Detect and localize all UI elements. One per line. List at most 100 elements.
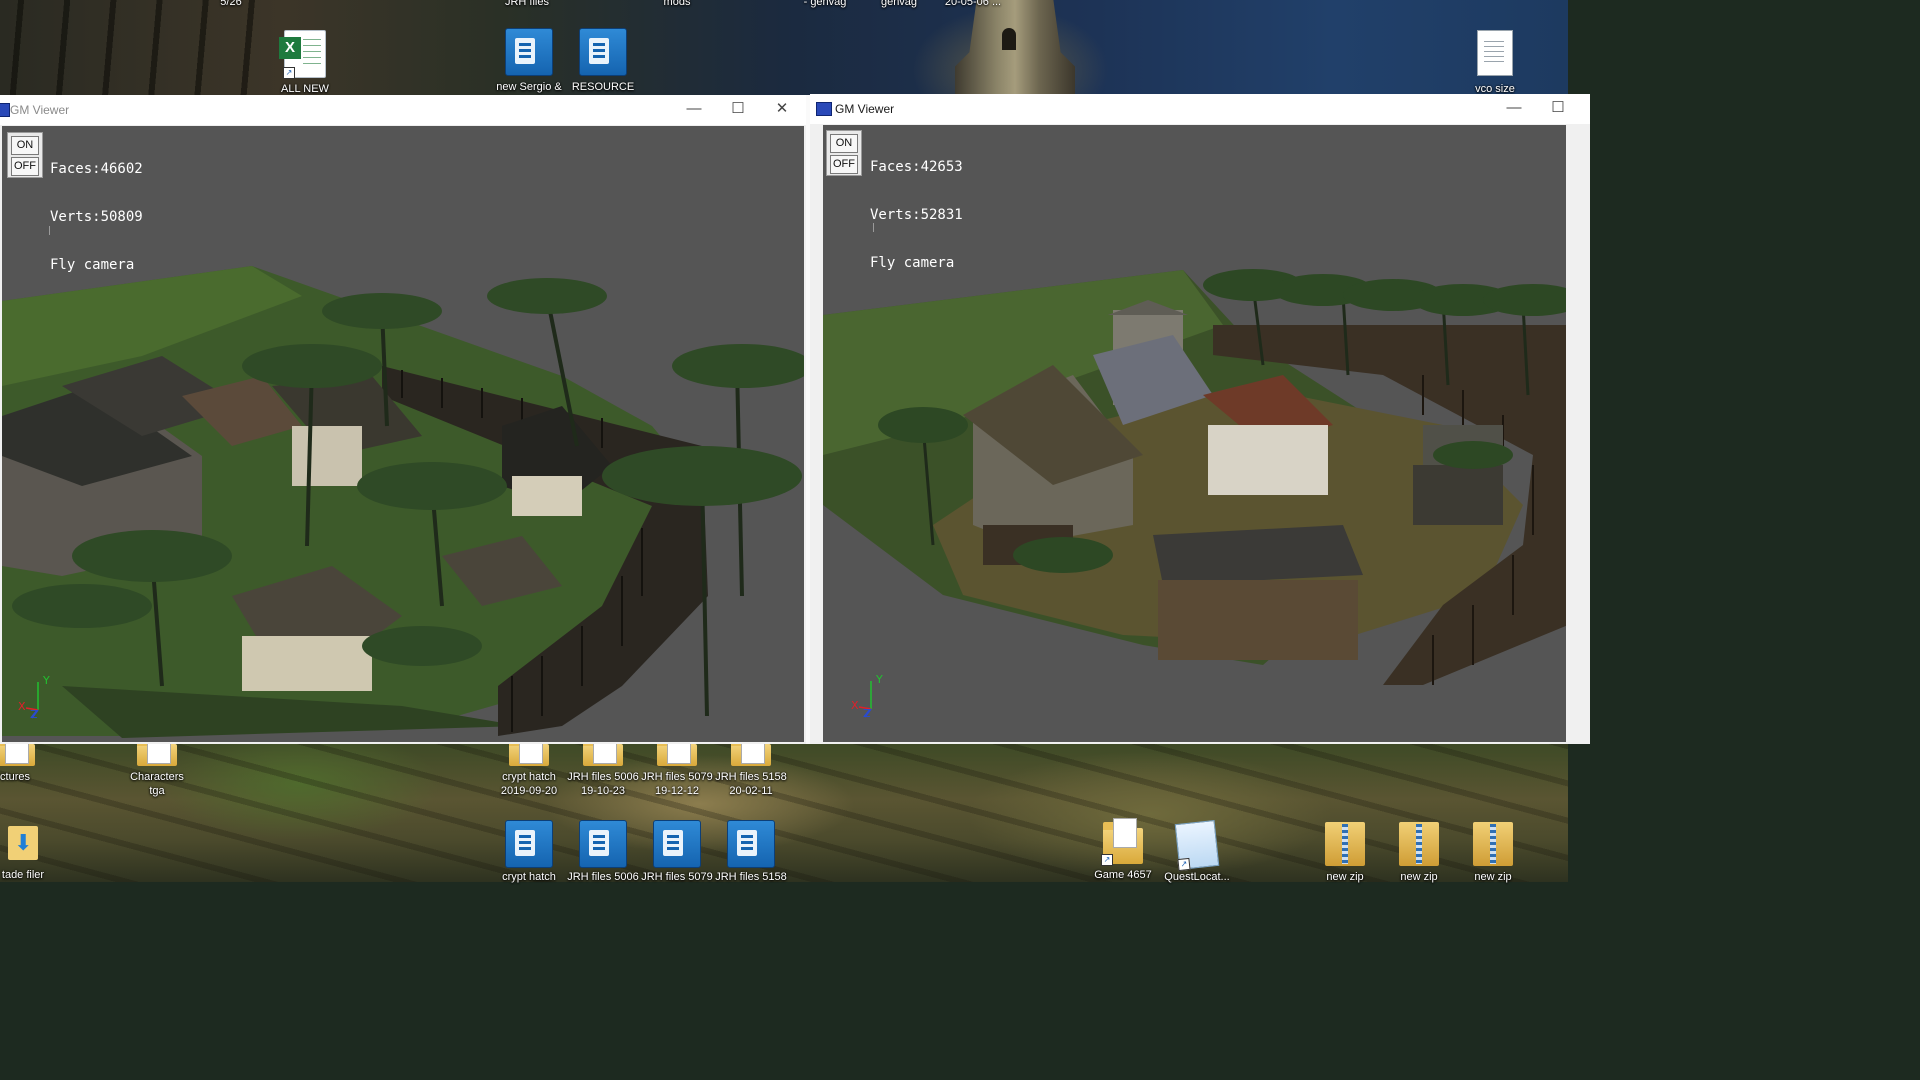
- download-folder-icon: [8, 826, 38, 860]
- desktop-icon-label: crypt hatch: [502, 871, 556, 883]
- desktop-icon-label-line2: 2019-09-20: [500, 785, 558, 797]
- desktop-icon-jrh-5006[interactable]: JRH files 5006 19-10-23: [564, 734, 642, 798]
- desktop-icon-jrh-5006-archive[interactable]: JRH files 5006: [564, 820, 642, 884]
- desktop-icon-label: JRH files 5158: [715, 871, 787, 883]
- axis-y-label: Y: [876, 673, 883, 686]
- desktop-icon-label: JRH files 5079: [641, 871, 713, 883]
- gm-viewer-window-right[interactable]: GM Viewer — ☐ ON OFF Faces:42653 Verts:5…: [810, 94, 1590, 744]
- camera-mode: Fly camera: [50, 257, 135, 273]
- axis-x-label: X: [851, 699, 859, 712]
- 3d-viewport[interactable]: ON OFF Faces:46602 Verts:50809 Fly camer…: [2, 126, 804, 742]
- archive-app-icon: [579, 28, 627, 76]
- desktop-icon-partial[interactable]: 20-05-06 ...: [934, 0, 1012, 9]
- on-button[interactable]: ON: [11, 136, 39, 155]
- desktop-icon-crypt-hatch[interactable]: crypt hatch 2019-09-20: [490, 734, 568, 798]
- close-button[interactable]: ✕: [760, 95, 804, 125]
- on-button[interactable]: ON: [830, 134, 858, 153]
- desktop-icon-new-zip-2[interactable]: new zip: [1380, 822, 1458, 884]
- folder-shortcut-icon: ↗: [1101, 818, 1143, 866]
- faces-count: Faces:42653: [870, 159, 963, 175]
- desktop-icon-label: genvag: [880, 0, 918, 8]
- desktop-icon-label-line2: 19-12-12: [654, 785, 700, 797]
- desktop-icon-characters[interactable]: Characters tga: [118, 734, 196, 798]
- folder-icon: [0, 734, 35, 766]
- text-document-icon: [1477, 30, 1513, 76]
- desktop-icon-label-line2: 20-02-11: [729, 785, 773, 797]
- desktop-icon-all-new[interactable]: ↗ ALL NEW: [266, 30, 344, 96]
- minimize-button[interactable]: —: [1492, 94, 1536, 124]
- window-title: GM Viewer: [10, 103, 70, 117]
- desktop-icon-label: 20-05-06 ...: [944, 0, 1002, 8]
- desktop-icon-new-sergio[interactable]: new Sergio &: [490, 28, 568, 94]
- desktop-icon-vco-size[interactable]: vco size: [1456, 30, 1534, 96]
- axis-z-label: Z: [30, 708, 38, 721]
- notepad-shortcut-icon: ↗: [1174, 820, 1220, 872]
- desktop-icon-label: new Sergio &: [496, 81, 562, 93]
- desktop-icon-label: mods: [663, 0, 691, 8]
- desktop-icon-jrh-5158[interactable]: JRH files 5158 20-02-11: [712, 734, 790, 798]
- archive-app-icon: [727, 820, 775, 868]
- desktop-icon-new-zip-3[interactable]: new zip: [1454, 822, 1532, 884]
- desktop-icon-questlocat[interactable]: ↗ QuestLocat...: [1158, 820, 1236, 884]
- desktop-icon-label: RESOURCE: [571, 81, 635, 93]
- folder-icon: [583, 734, 623, 766]
- title-bar[interactable]: GM Viewer — ☐ ✕: [0, 95, 806, 125]
- desktop-icon-partial[interactable]: 5/26: [192, 0, 270, 9]
- gm-viewer-app-icon: [0, 103, 10, 117]
- excel-shortcut-icon: ↗: [279, 30, 326, 79]
- desktop-icon-new-zip-1[interactable]: new zip: [1306, 822, 1384, 884]
- desktop-icon-label: Characters: [130, 771, 184, 783]
- archive-app-icon: [505, 820, 553, 868]
- desktop-icon-label: - genvag: [803, 0, 847, 8]
- desktop-icon-jrh-5158-archive[interactable]: JRH files 5158: [712, 820, 790, 884]
- maximize-button[interactable]: ☐: [716, 95, 760, 125]
- desktop-icon-game-4657[interactable]: ↗ Game 4657: [1084, 818, 1162, 882]
- archive-app-icon: [653, 820, 701, 868]
- desktop-icon-crypt-hatch-archive[interactable]: crypt hatch: [490, 820, 568, 884]
- folder-icon: [137, 734, 177, 766]
- desktop-icon-label: new zip: [1326, 871, 1364, 883]
- desktop-icon-label: ALL NEW: [281, 83, 329, 95]
- toggle-panel: ON OFF: [826, 130, 862, 176]
- desktop-icon-label-line2: 19-10-23: [580, 785, 626, 797]
- axis-z-label: Z: [863, 707, 871, 720]
- desktop-icon-resource[interactable]: RESOURCE: [564, 28, 642, 94]
- desktop-icon-label-line2: tga: [149, 785, 165, 797]
- gm-viewer-window-left[interactable]: GM Viewer — ☐ ✕ ON OFF Faces:46602 Verts…: [0, 95, 806, 744]
- desktop-icon-label: JRH files: [504, 0, 549, 8]
- desktop-icon-jrh-5079-archive[interactable]: JRH files 5079: [638, 820, 716, 884]
- folder-icon: [731, 734, 771, 766]
- minimize-button[interactable]: —: [672, 95, 716, 125]
- desktop-icon-label: JRH files 5006: [567, 871, 639, 883]
- desktop-icon-partial[interactable]: mods: [638, 0, 716, 9]
- desktop-icon-label: 5/26: [220, 0, 242, 8]
- zip-folder-icon: [1399, 822, 1439, 866]
- desktop-icon-partial[interactable]: JRH files: [488, 0, 566, 9]
- window-title: GM Viewer: [835, 102, 895, 116]
- axis-y-label: Y: [43, 674, 50, 687]
- desktop-icon-pictures[interactable]: ctures: [0, 734, 54, 784]
- desktop-icon-label: new zip: [1400, 871, 1438, 883]
- zip-folder-icon: [1325, 822, 1365, 866]
- off-button[interactable]: OFF: [11, 157, 39, 176]
- desktop-icon-label: JRH files 5158: [715, 771, 787, 783]
- desktop-icon-label: JRH files 5006: [567, 771, 639, 783]
- desktop-icon-label: Game 4657: [1094, 869, 1152, 881]
- wallpaper-trees: [0, 0, 260, 95]
- desktop-icon-jrh-5079[interactable]: JRH files 5079 19-12-12: [638, 734, 716, 798]
- 3d-viewport[interactable]: ON OFF Faces:42653 Verts:52831 Fly camer…: [823, 125, 1566, 742]
- maximize-button[interactable]: ☐: [1536, 94, 1580, 124]
- zip-folder-icon: [1473, 822, 1513, 866]
- desktop-icon-partial[interactable]: genvag: [860, 0, 938, 9]
- desktop-icon-tade-filer[interactable]: tade filer: [0, 826, 62, 882]
- off-button[interactable]: OFF: [830, 155, 858, 174]
- gm-viewer-app-icon: [816, 102, 832, 116]
- verts-count: Verts:50809: [50, 209, 143, 225]
- folder-icon: [657, 734, 697, 766]
- folder-icon: [509, 734, 549, 766]
- stats-overlay: Faces:46602 Verts:50809 Fly camera: [50, 129, 143, 305]
- verts-count: Verts:52831: [870, 207, 963, 223]
- desktop-icon-partial[interactable]: - genvag: [786, 0, 864, 9]
- archive-app-icon: [505, 28, 553, 76]
- title-bar[interactable]: GM Viewer — ☐: [810, 94, 1590, 124]
